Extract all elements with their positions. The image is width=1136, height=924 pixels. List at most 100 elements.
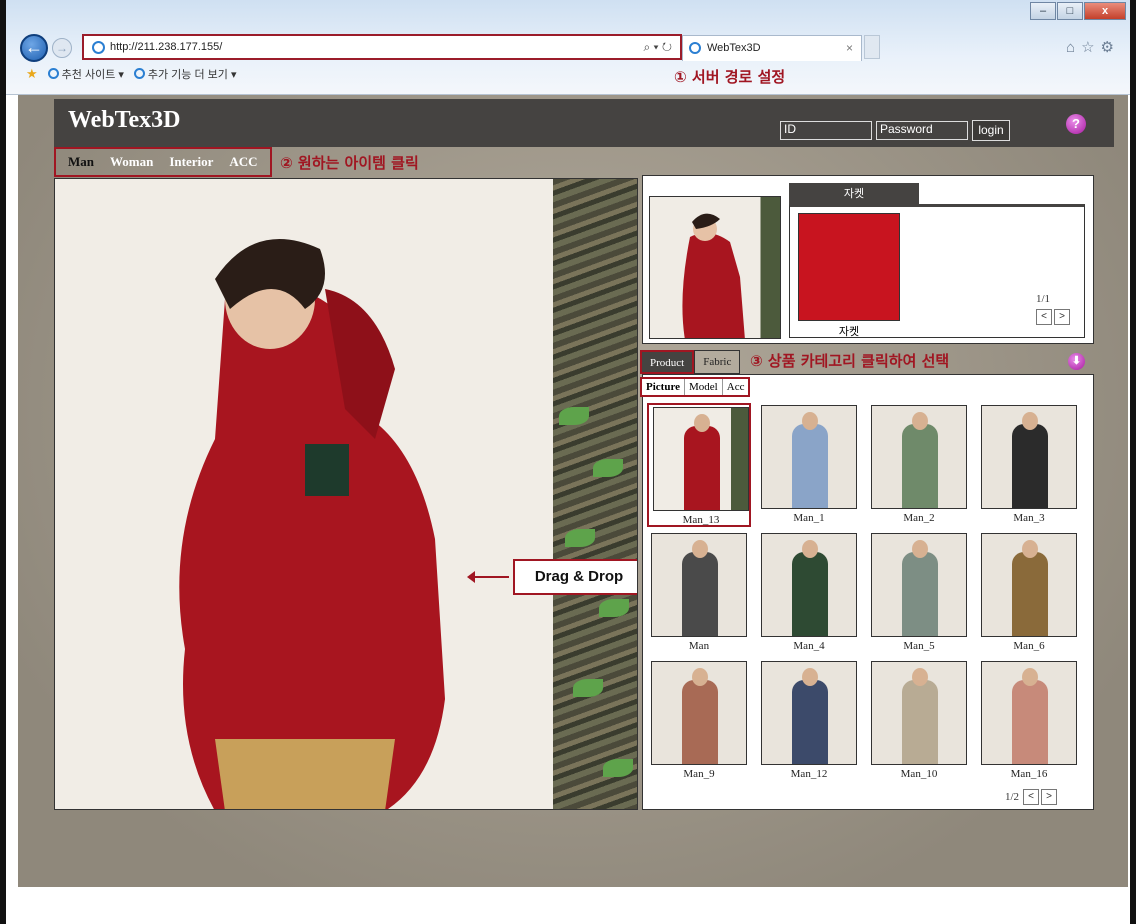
tab-fabric[interactable]: Fabric xyxy=(694,350,741,374)
product-card[interactable]: Man_3 xyxy=(977,403,1081,527)
product-figure-head xyxy=(694,414,710,432)
category-interior[interactable]: Interior xyxy=(169,154,213,175)
id-field[interactable]: ID xyxy=(780,121,872,140)
address-tools[interactable]: ⌕ ▾ ↻ xyxy=(643,40,672,55)
product-thumbnail[interactable] xyxy=(981,533,1077,637)
product-thumbnail[interactable] xyxy=(761,661,857,765)
selected-thumbnail[interactable] xyxy=(649,196,781,339)
selected-item-panel: 자켓 자켓 1/1 < > xyxy=(642,175,1094,344)
list-next-button[interactable]: > xyxy=(1041,789,1057,805)
list-page-indicator: 1/2 xyxy=(1005,791,1020,803)
product-figure-head xyxy=(692,540,708,558)
swatch-label: 자켓 xyxy=(838,326,860,338)
product-card[interactable]: Man_16 xyxy=(977,659,1081,783)
tab-close-icon[interactable]: × xyxy=(846,41,853,55)
product-thumbnail[interactable] xyxy=(761,533,857,637)
product-card[interactable]: Man xyxy=(647,531,751,655)
leaf xyxy=(603,759,633,777)
subtab-acc[interactable]: Acc xyxy=(723,379,749,395)
login-button[interactable]: login xyxy=(972,120,1010,141)
annotation-step2: ② 원하는 아이템 클릭 xyxy=(280,154,419,172)
webpage: WebTex3D ID Password login ? Man Woman I… xyxy=(18,95,1128,887)
category-woman[interactable]: Woman xyxy=(110,154,153,175)
forward-button[interactable]: → xyxy=(52,38,72,58)
product-figure xyxy=(902,552,938,636)
leaf xyxy=(559,407,589,425)
product-thumbnail[interactable] xyxy=(653,407,749,511)
product-thumbnail[interactable] xyxy=(981,405,1077,509)
back-button[interactable]: ← xyxy=(20,34,48,62)
product-card[interactable]: Man_5 xyxy=(867,531,971,655)
annotation-step1: ① 서버 경로 설정 xyxy=(674,68,786,86)
product-figure xyxy=(1012,552,1048,636)
product-figure-head xyxy=(802,540,818,558)
product-thumbnail[interactable] xyxy=(871,661,967,765)
product-name: Man_6 xyxy=(1013,640,1045,652)
swatch-prev-button[interactable]: < xyxy=(1036,309,1052,325)
leaf xyxy=(593,459,623,477)
password-field[interactable]: Password xyxy=(876,121,968,140)
product-figure-head xyxy=(1022,412,1038,430)
product-figure-head xyxy=(802,668,818,686)
favorite-link-0[interactable]: 추천 사이트 ▾ xyxy=(47,66,124,82)
new-tab-button[interactable] xyxy=(864,35,880,59)
annotation-step3: ③ 상품 카테고리 클릭하여 선택 xyxy=(750,352,950,370)
subtab-model[interactable]: Model xyxy=(685,379,723,395)
category-man[interactable]: Man xyxy=(68,154,94,175)
category-nav: Man Woman Interior ACC xyxy=(54,147,272,177)
browser-tab[interactable]: WebTex3D × xyxy=(682,35,862,61)
product-figure-head xyxy=(692,668,708,686)
swatch-next-button[interactable]: > xyxy=(1054,309,1070,325)
main-preview-image[interactable]: Drag & Drop xyxy=(54,178,638,810)
tab-jacket[interactable]: 자켓 xyxy=(789,183,919,205)
product-thumbnail[interactable] xyxy=(871,405,967,509)
product-name: Man_5 xyxy=(903,640,935,652)
product-card[interactable]: Man_13 xyxy=(647,403,751,527)
product-card[interactable]: Man_6 xyxy=(977,531,1081,655)
sub-tabs: Picture Model Acc xyxy=(640,377,751,397)
download-icon[interactable]: ⬇ xyxy=(1068,353,1085,370)
address-bar[interactable]: http://211.238.177.155/ ⌕ ▾ ↻ xyxy=(82,34,682,60)
product-card[interactable]: Man_4 xyxy=(757,531,861,655)
product-list-panel: Picture Model Acc Man_13 Man_1 Man_2 Man_3 M… xyxy=(640,374,1094,810)
leaf xyxy=(573,679,603,697)
minimize-button[interactable]: – xyxy=(1030,2,1056,20)
address-url[interactable]: http://211.238.177.155/ xyxy=(110,41,222,53)
list-prev-button[interactable]: < xyxy=(1023,789,1039,805)
close-button[interactable]: x xyxy=(1084,2,1126,20)
drag-arrow xyxy=(467,571,509,583)
fabric-swatch[interactable] xyxy=(798,213,900,321)
product-name: Man_1 xyxy=(793,512,825,524)
product-card[interactable]: Man_2 xyxy=(867,403,971,527)
product-figure xyxy=(1012,680,1048,764)
product-name: Man_16 xyxy=(1010,768,1048,780)
ie-icon xyxy=(92,41,105,54)
product-thumbnail[interactable] xyxy=(871,533,967,637)
product-figure xyxy=(902,680,938,764)
help-icon[interactable]: ? xyxy=(1066,114,1086,134)
product-card[interactable]: Man_1 xyxy=(757,403,861,527)
product-card[interactable]: Man_10 xyxy=(867,659,971,783)
product-card[interactable]: Man_12 xyxy=(757,659,861,783)
favorite-link-1[interactable]: 추가 기능 더 보기 ▾ xyxy=(133,66,236,82)
ie-icon xyxy=(47,68,59,79)
product-thumbnail[interactable] xyxy=(761,405,857,509)
page-bottom-margin xyxy=(6,887,1130,924)
home-icon[interactable]: ⌂ xyxy=(1066,39,1081,56)
subtab-picture[interactable]: Picture xyxy=(642,379,686,395)
ie-icon xyxy=(689,42,701,54)
product-thumbnail[interactable] xyxy=(651,661,747,765)
product-figure-head xyxy=(912,540,928,558)
favorites-star-icon[interactable]: ★ xyxy=(26,66,38,82)
site-logo[interactable]: WebTex3D xyxy=(68,107,180,134)
product-thumbnail[interactable] xyxy=(651,533,747,637)
product-card[interactable]: Man_9 xyxy=(647,659,751,783)
maximize-button[interactable]: □ xyxy=(1057,2,1083,20)
product-name: Man_9 xyxy=(683,768,715,780)
favorites-star-icon[interactable]: ☆ xyxy=(1081,39,1100,56)
product-figure-head xyxy=(802,412,818,430)
gear-icon[interactable]: ⚙ xyxy=(1101,39,1120,56)
product-thumbnail[interactable] xyxy=(981,661,1077,765)
tab-product[interactable]: Product xyxy=(640,350,695,374)
category-acc[interactable]: ACC xyxy=(229,154,257,175)
